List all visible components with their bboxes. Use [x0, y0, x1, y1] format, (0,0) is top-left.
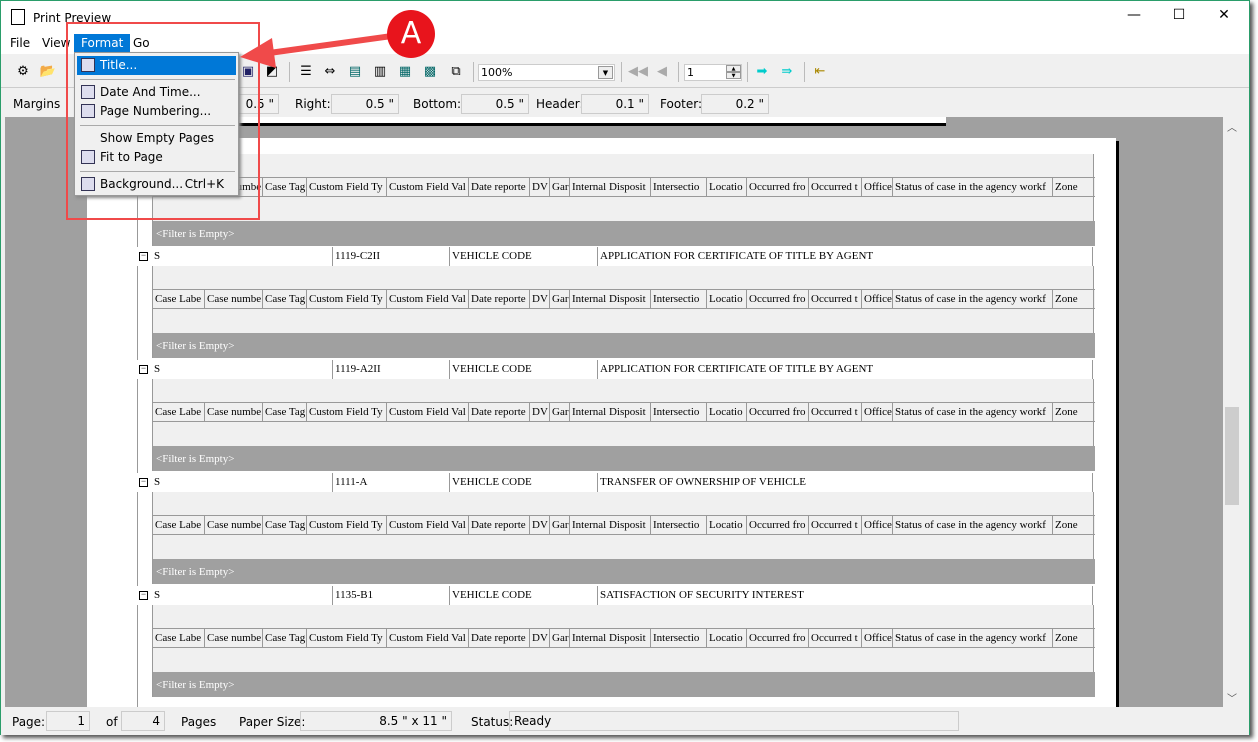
annotation-badge: A — [387, 10, 435, 58]
annotation-arrow — [0, 0, 1258, 742]
